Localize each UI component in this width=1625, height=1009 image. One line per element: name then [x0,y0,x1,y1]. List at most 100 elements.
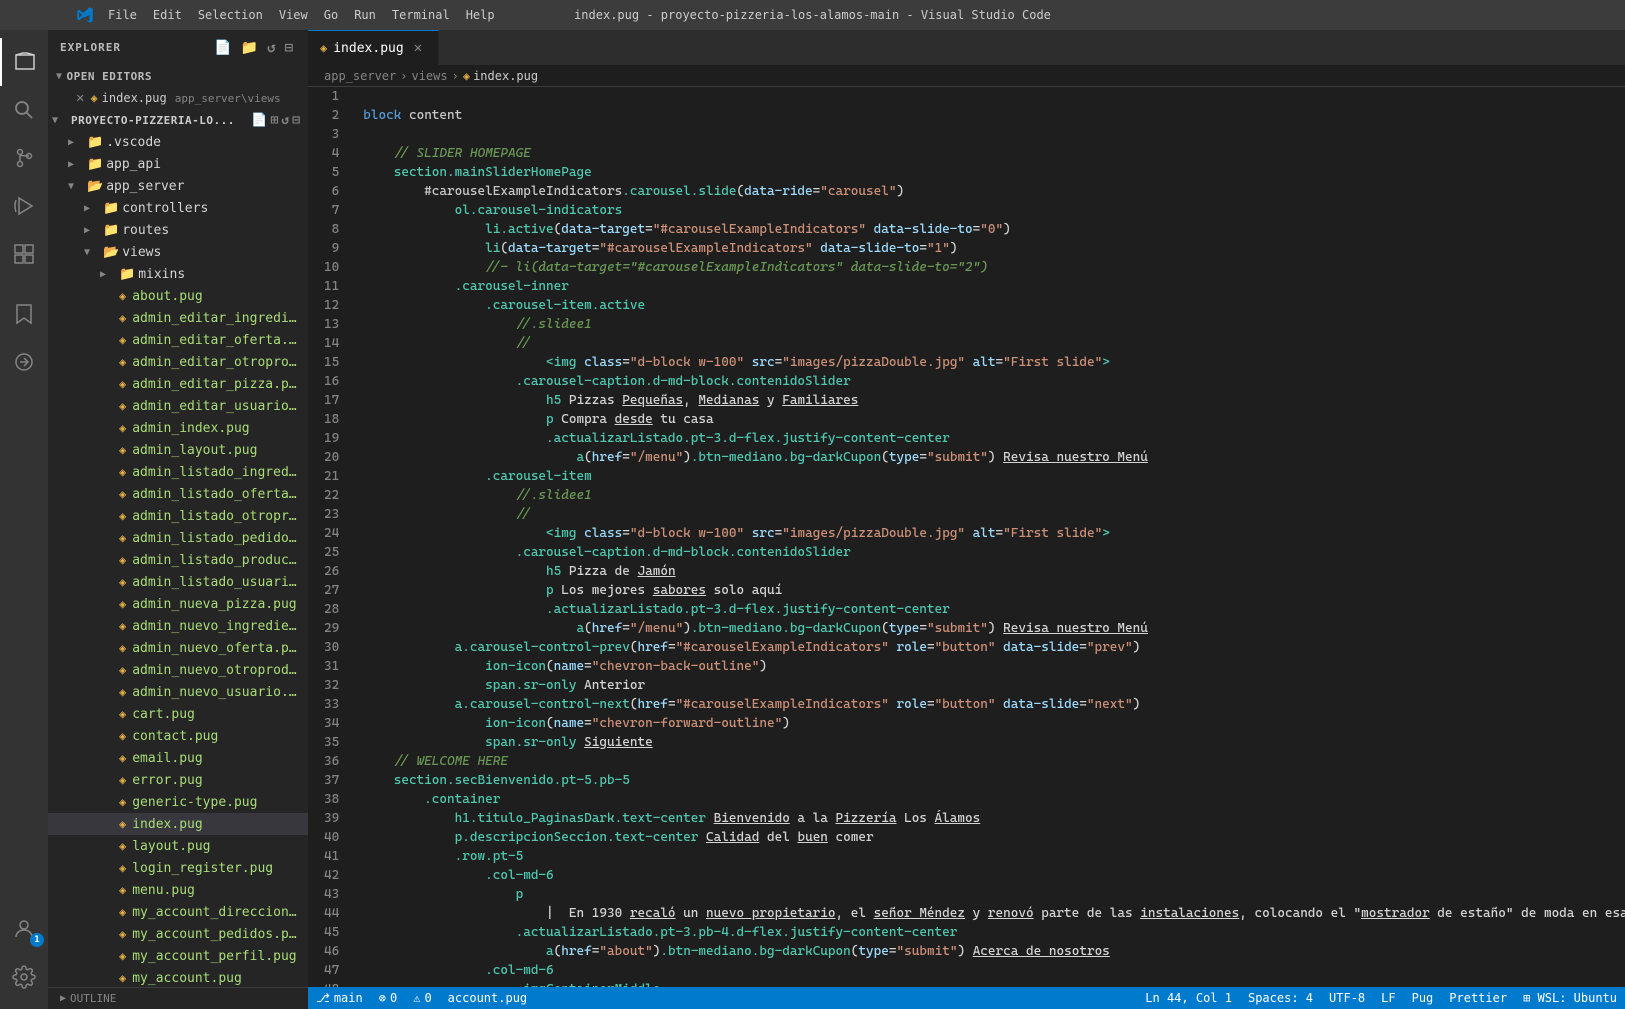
collapse-icon[interactable]: ⊟ [283,38,296,58]
new-file-action[interactable]: 📄 [251,113,267,128]
tree-file-admin-listado-productos-pug[interactable]: ◈admin_listado_productos.pug [48,549,308,571]
tree-views[interactable]: ▼ 📂 views [48,241,308,263]
live-share-activity-icon[interactable] [0,338,48,386]
tree-file-admin-listado-pedidos-pug[interactable]: ◈admin_listado_pedidos.pug [48,527,308,549]
tree-file-my-account-perfil-pug[interactable]: ◈my_account_perfil.pug [48,945,308,967]
tree-file-login-register-pug[interactable]: ◈login_register.pug [48,857,308,879]
tree-file-admin-editar-ingrediente-pug[interactable]: ◈admin_editar_ingrediente.pug [48,307,308,329]
tree-file-admin-editar-usuario-pug[interactable]: ◈admin_editar_usuario.pug [48,395,308,417]
formatter-label: Prettier [1449,991,1507,1005]
menu-view[interactable]: View [271,0,316,30]
title-bar: File Edit Selection View Go Run Terminal… [0,0,1625,30]
tree-file-index-pug[interactable]: ◈index.pug [48,813,308,835]
warnings-status[interactable]: ⚠ 0 [405,987,439,1009]
tree-file-my-account-pug[interactable]: ◈my_account.pug [48,967,308,987]
account-pug-label: account.pug [448,991,527,1005]
tree-vscode[interactable]: ▶ 📁 .vscode [48,131,308,153]
bookmarks-activity-icon[interactable] [0,290,48,338]
breadcrumb-app-server[interactable]: app_server [324,69,396,83]
close-editor-icon[interactable]: ✕ [76,90,84,106]
eol-status[interactable]: LF [1373,987,1403,1009]
tab-filename: index.pug [333,41,403,56]
git-branch-status[interactable]: ⎇ main [308,987,371,1009]
open-editors-section[interactable]: ▼ OPEN EDITORS [48,65,308,87]
outline-section[interactable]: ▶ OUTLINE [48,987,308,1009]
tree-file-email-pug[interactable]: ◈email.pug [48,747,308,769]
tab-index-pug[interactable]: ◈ index.pug ✕ [308,30,439,65]
settings-activity-icon[interactable] [0,953,48,1001]
tree-file-admin-listado-oferta-pug[interactable]: ◈admin_listado_oferta.pug [48,483,308,505]
menu-run[interactable]: Run [346,0,384,30]
open-editor-index-pug[interactable]: ✕ ◈ index.pug app_server\views [48,87,308,109]
tree-file-menu-pug[interactable]: ◈menu.pug [48,879,308,901]
tree-file-admin-index-pug[interactable]: ◈admin_index.pug [48,417,308,439]
cursor-position-status[interactable]: Ln 44, Col 1 [1137,987,1240,1009]
code-editor[interactable]: 12345 678910 1112131415 1617181920 21222… [308,87,1625,987]
tree-file-about-pug[interactable]: ◈about.pug [48,285,308,307]
new-folder-action[interactable]: ⊞ [271,113,279,128]
tree-file-admin-listado-otroprodu---[interactable]: ◈admin_listado_otroprodu... [48,505,308,527]
spaces-status[interactable]: Spaces: 4 [1240,987,1321,1009]
encoding-status[interactable]: UTF-8 [1321,987,1373,1009]
remote-status[interactable]: ⊞ WSL: Ubuntu [1515,987,1625,1009]
tree-file-admin-editar-oferta-pug[interactable]: ◈admin_editar_oferta.pug [48,329,308,351]
extensions-activity-icon[interactable] [0,230,48,278]
tree-mixins[interactable]: ▶ 📁 mixins [48,263,308,285]
tree-file-error-pug[interactable]: ◈error.pug [48,769,308,791]
tree-file-contact-pug[interactable]: ◈contact.pug [48,725,308,747]
search-activity-icon[interactable] [0,86,48,134]
tree-file-admin-listado-ingredientes-pug[interactable]: ◈admin_listado_ingredientes.pug [48,461,308,483]
collapse-action[interactable]: ⊟ [292,113,300,128]
status-bar: ⎇ main ⊗ 0 ⚠ 0 account.pug Ln 44, Col 1 [308,987,1625,1009]
tree-app-server[interactable]: ▼ 📂 app_server [48,175,308,197]
accounts-activity-icon[interactable]: 1 [0,905,48,953]
tree-file-admin-nueva-pizza-pug[interactable]: ◈admin_nueva_pizza.pug [48,593,308,615]
menu-edit[interactable]: Edit [145,0,190,30]
tree-file-admin-nuevo-otroprodu---[interactable]: ◈admin_nuevo_otroprodu... [48,659,308,681]
menu-bar[interactable]: File Edit Selection View Go Run Terminal… [70,0,503,30]
tree-file-cart-pug[interactable]: ◈cart.pug [48,703,308,725]
tree-file-admin-nuevo-usuario-pug[interactable]: ◈admin_nuevo_usuario.pug [48,681,308,703]
app-server-arrow: ▼ [68,181,84,192]
project-root[interactable]: ▼ PROYECTO-PIZZERIA-LO... 📄 ⊞ ↺ ⊟ [48,109,308,131]
refresh-icon[interactable]: ↺ [265,38,278,58]
language-status[interactable]: Pug [1404,987,1442,1009]
code-content[interactable]: block content // SLIDER HOMEPAGE section… [347,87,1625,987]
tree-file-my-account-direcciones-pug[interactable]: ◈my_account_direcciones.pug [48,901,308,923]
breadcrumb-views[interactable]: views [411,69,447,83]
menu-file[interactable]: File [100,0,145,30]
formatter-status[interactable]: Prettier [1441,987,1515,1009]
menu-go[interactable]: Go [316,0,346,30]
new-file-icon[interactable]: 📄 [212,38,234,58]
spaces-label: Spaces: 4 [1248,991,1313,1005]
views-folder-icon: 📂 [103,245,119,260]
menu-help[interactable]: Help [458,0,503,30]
controllers-label: controllers [122,201,208,216]
open-editor-filename: index.pug [102,91,167,105]
tree-file-layout-pug[interactable]: ◈layout.pug [48,835,308,857]
tree-file-admin-nuevo-oferta-pug[interactable]: ◈admin_nuevo_oferta.pug [48,637,308,659]
tree-file-admin-nuevo-ingrediente-pug[interactable]: ◈admin_nuevo_ingrediente.pug [48,615,308,637]
vscode-folder-icon: 📁 [87,135,103,150]
tree-routes[interactable]: ▶ 📁 routes [48,219,308,241]
source-control-activity-icon[interactable] [0,134,48,182]
tree-file-admin-editar-otroproducto-pug[interactable]: ◈admin_editar_otroproducto.pug [48,351,308,373]
tab-close-icon[interactable]: ✕ [414,40,422,56]
explorer-activity-icon[interactable] [0,38,48,86]
activity-bar: 1 [0,30,48,1009]
account-pug-status[interactable]: account.pug [440,987,535,1009]
menu-selection[interactable]: Selection [190,0,271,30]
tree-file-admin-listado-usuario-pug[interactable]: ◈admin_listado_usuario.pug [48,571,308,593]
tree-file-my-account-pedidos-pug[interactable]: ◈my_account_pedidos.pug [48,923,308,945]
new-folder-icon[interactable]: 📁 [239,38,261,58]
errors-status[interactable]: ⊗ 0 [371,987,405,1009]
menu-terminal[interactable]: Terminal [384,0,458,30]
run-debug-activity-icon[interactable] [0,182,48,230]
tree-file-generic-type-pug[interactable]: ◈generic-type.pug [48,791,308,813]
tree-app-api[interactable]: ▶ 📁 app_api [48,153,308,175]
tree-file-admin-layout-pug[interactable]: ◈admin_layout.pug [48,439,308,461]
tree-file-admin-editar-pizza-pug[interactable]: ◈admin_editar_pizza.pug [48,373,308,395]
refresh-action[interactable]: ↺ [281,113,289,128]
breadcrumb-index-pug[interactable]: ◈index.pug [463,69,538,83]
tree-controllers[interactable]: ▶ 📁 controllers [48,197,308,219]
